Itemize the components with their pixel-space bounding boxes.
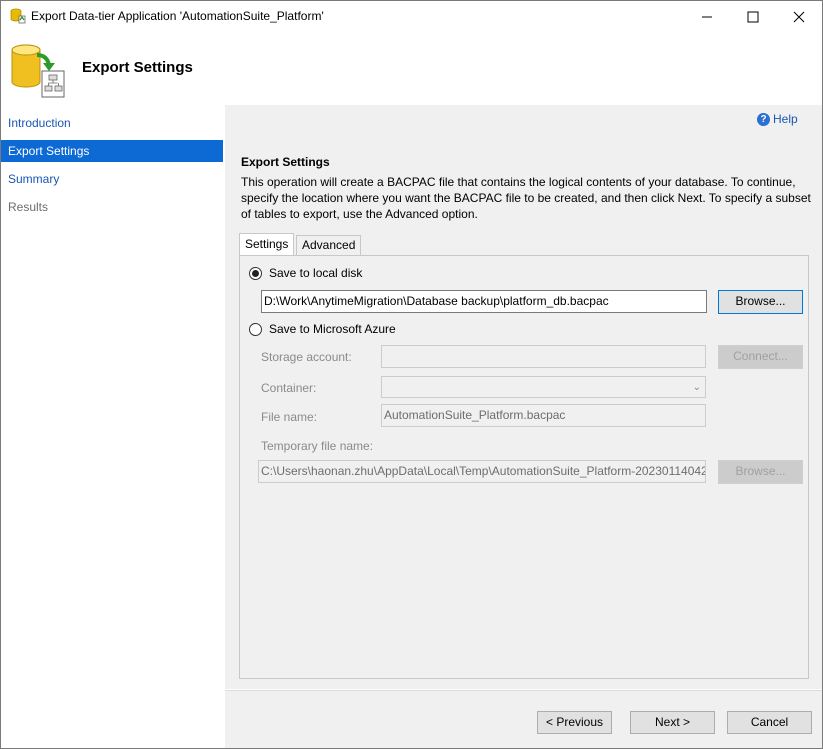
storage-account-input [381, 345, 706, 368]
maximize-icon [747, 11, 759, 22]
container-select: ⌄ [381, 376, 706, 398]
settings-panel: Save to local disk D:\Work\AnytimeMigrat… [239, 255, 809, 679]
nav-item-introduction[interactable]: Introduction [1, 112, 223, 134]
close-button[interactable] [776, 1, 822, 32]
local-path-input[interactable]: D:\Work\AnytimeMigration\Database backup… [261, 290, 707, 313]
chevron-down-icon: ⌄ [692, 382, 701, 393]
section-title: Export Settings [241, 155, 330, 169]
settings-panel-body: Save to local disk D:\Work\AnytimeMigrat… [240, 256, 808, 678]
section-description: This operation will create a BACPAC file… [241, 175, 811, 221]
help-label: Help [773, 112, 798, 126]
dialog-window: Export Data-tier Application 'Automation… [0, 0, 823, 749]
next-button[interactable]: Next > [630, 711, 715, 734]
database-app-icon [10, 8, 26, 24]
wizard-nav: Introduction Export Settings Summary Res… [1, 105, 223, 748]
tab-settings[interactable]: Settings [239, 233, 295, 255]
save-azure-radio[interactable] [249, 322, 262, 336]
main-content: ? Help Export Settings This operation wi… [225, 105, 822, 689]
minimize-icon [702, 16, 712, 17]
nav-item-results: Results [8, 200, 49, 214]
file-name-label: File name: [261, 410, 318, 424]
title-bar: Export Data-tier Application 'Automation… [1, 1, 822, 32]
save-local-radio[interactable] [249, 266, 262, 280]
save-azure-label: Save to Microsoft Azure [269, 322, 396, 336]
page-title: Export Settings [82, 59, 193, 76]
save-local-option[interactable]: Save to local disk [249, 266, 362, 280]
save-azure-option[interactable]: Save to Microsoft Azure [249, 322, 396, 336]
connect-button: Connect... [718, 345, 803, 369]
local-browse-button[interactable]: Browse... [718, 290, 803, 314]
minimize-button[interactable] [684, 1, 730, 32]
storage-account-label: Storage account: [261, 350, 352, 364]
temp-file-name-label: Temporary file name: [261, 439, 374, 453]
save-local-label: Save to local disk [269, 266, 363, 280]
wizard-footer: < Previous Next > Cancel [225, 690, 822, 748]
file-name-input: AutomationSuite_Platform.bacpac [381, 404, 706, 427]
nav-item-summary[interactable]: Summary [1, 168, 223, 190]
cancel-button[interactable]: Cancel [727, 711, 812, 734]
close-icon [793, 11, 805, 22]
database-export-icon [11, 44, 65, 98]
temp-file-name-input: C:\Users\haonan.zhu\AppData\Local\Temp\A… [258, 460, 706, 483]
container-label: Container: [261, 381, 317, 395]
help-icon: ? [757, 112, 770, 126]
temp-browse-button: Browse... [718, 460, 803, 484]
tab-advanced[interactable]: Advanced [296, 235, 362, 256]
window-title: Export Data-tier Application 'Automation… [31, 9, 324, 23]
help-link[interactable]: ? Help [757, 112, 798, 126]
previous-button[interactable]: < Previous [537, 711, 612, 734]
maximize-button[interactable] [730, 1, 776, 32]
wizard-header: Export Settings [1, 32, 822, 104]
nav-item-export-settings[interactable]: Export Settings [1, 140, 223, 162]
